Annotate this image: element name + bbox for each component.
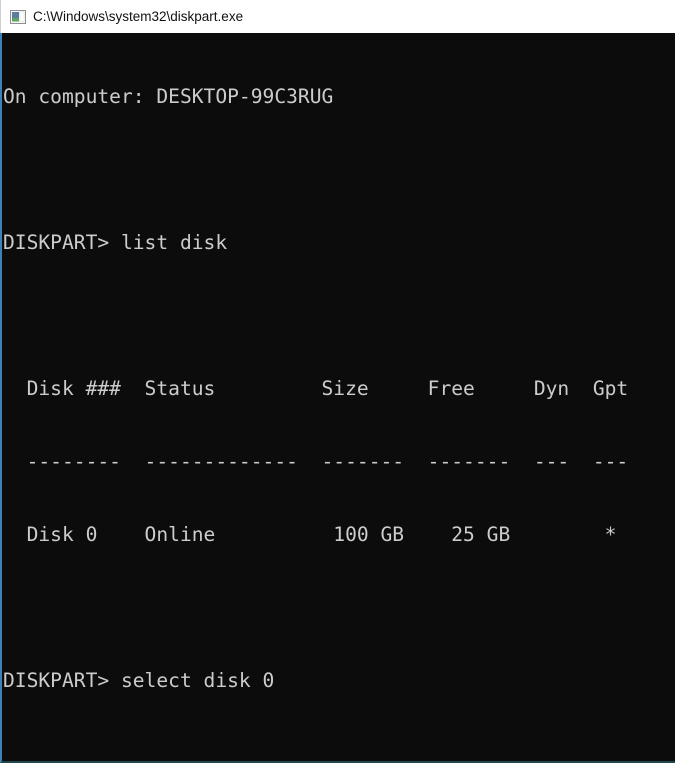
disk-table-row: Disk 0 Online 100 GB 25 GB * [3, 523, 675, 547]
terminal-line-blank [3, 304, 675, 328]
terminal-line-computer-name: On computer: DESKTOP-99C3RUG [3, 85, 675, 109]
terminal-line-cmd-list-disk: DISKPART> list disk [3, 231, 675, 255]
terminal-line-cmd-select-disk: DISKPART> select disk 0 [3, 669, 675, 693]
window-title: C:\Windows\system32\diskpart.exe [33, 9, 243, 24]
title-bar[interactable]: C:\Windows\system32\diskpart.exe [0, 0, 675, 33]
terminal-line-blank [3, 158, 675, 182]
disk-table-header: Disk ### Status Size Free Dyn Gpt [3, 377, 675, 401]
terminal-line-blank [3, 596, 675, 620]
terminal-output[interactable]: On computer: DESKTOP-99C3RUG DISKPART> l… [0, 33, 675, 763]
diskpart-console-window: C:\Windows\system32\diskpart.exe On comp… [0, 0, 675, 763]
terminal-line-blank [3, 742, 675, 763]
console-app-icon[interactable] [10, 9, 26, 25]
disk-table-divider: -------- ------------- ------- ------- -… [3, 450, 675, 474]
